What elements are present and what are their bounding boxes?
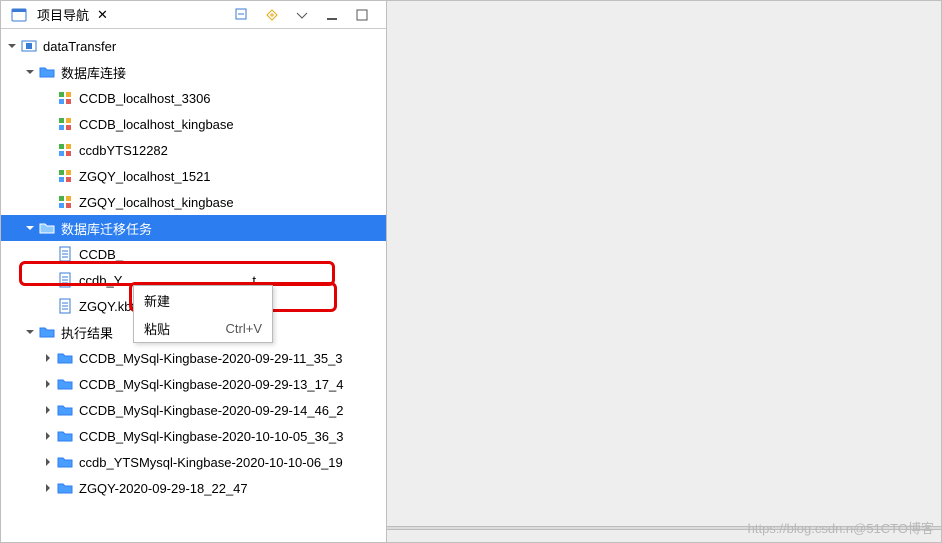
menu-shortcut: Ctrl+V <box>226 321 262 336</box>
folder-icon <box>57 402 73 418</box>
node-label: dataTransfer <box>43 39 116 54</box>
node-label: CCDB_MySql-Kingbase-2020-09-29-13_17_4 <box>79 377 344 392</box>
folder-icon <box>57 350 73 366</box>
context-menu: 新建 粘贴 Ctrl+V <box>133 285 273 343</box>
file-icon <box>57 246 73 262</box>
project-tree[interactable]: dataTransfer 数据库连接 CCDB_localhost_3306 C… <box>1 29 386 542</box>
menu-item-new[interactable]: 新建 <box>134 286 272 314</box>
node-label: ZGQY_localhost_kingbase <box>79 195 234 210</box>
file-icon <box>57 272 73 288</box>
folder-icon <box>57 376 73 392</box>
maximize-icon[interactable] <box>354 7 370 23</box>
menu-label: 新建 <box>144 291 170 310</box>
tree-node-result[interactable]: ccdb_YTSMysql-Kingbase-2020-10-10-06_19 <box>1 449 386 475</box>
chevron-right-icon[interactable] <box>41 455 55 469</box>
tree-node-connection[interactable]: ZGQY_localhost_kingbase <box>1 189 386 215</box>
chevron-down-icon[interactable] <box>23 221 37 235</box>
node-label: CCDB_ <box>79 247 123 262</box>
node-label: ccdb_Y <box>79 273 122 288</box>
node-label: ZGQY.kbt <box>79 299 135 314</box>
tab-title: 项目导航 <box>37 5 89 24</box>
db-conn-icon <box>57 90 73 106</box>
panel-toolbar <box>234 7 382 23</box>
tree-node-result[interactable]: ZGQY-2020-09-29-18_22_47 <box>1 475 386 501</box>
tree-node-root[interactable]: dataTransfer <box>1 33 386 59</box>
file-icon <box>57 298 73 314</box>
folder-icon <box>57 454 73 470</box>
folder-icon <box>39 64 55 80</box>
menu-label: 粘贴 <box>144 319 170 338</box>
node-label: 数据库连接 <box>61 63 126 82</box>
node-label: 执行结果 <box>61 323 113 342</box>
chevron-down-icon[interactable] <box>23 325 37 339</box>
tree-node-result[interactable]: CCDB_MySql-Kingbase-2020-10-10-05_36_3 <box>1 423 386 449</box>
node-label: CCDB_localhost_3306 <box>79 91 211 106</box>
chevron-down-icon[interactable] <box>5 39 19 53</box>
minimize-icon[interactable] <box>324 7 340 23</box>
node-label: ccdb_YTSMysql-Kingbase-2020-10-10-06_19 <box>79 455 343 470</box>
node-label: 数据库迁移任务 <box>61 219 152 238</box>
tree-node-connection[interactable]: CCDB_localhost_kingbase <box>1 111 386 137</box>
tree-node-connection[interactable]: CCDB_localhost_3306 <box>1 85 386 111</box>
editor-area <box>387 0 942 543</box>
menu-item-paste[interactable]: 粘贴 Ctrl+V <box>134 314 272 342</box>
folder-icon <box>57 428 73 444</box>
node-label: ZGQY_localhost_1521 <box>79 169 211 184</box>
close-icon[interactable]: ✕ <box>97 7 108 23</box>
tree-node-connection[interactable]: ccdbYTS12282 <box>1 137 386 163</box>
db-conn-icon <box>57 194 73 210</box>
node-label: CCDB_localhost_kingbase <box>79 117 234 132</box>
chevron-right-icon[interactable] <box>41 377 55 391</box>
tree-node-conn-folder[interactable]: 数据库连接 <box>1 59 386 85</box>
db-conn-icon <box>57 142 73 158</box>
link-editor-icon[interactable] <box>264 7 280 23</box>
node-label: ccdbYTS12282 <box>79 143 168 158</box>
folder-icon <box>57 480 73 496</box>
node-label: ZGQY-2020-09-29-18_22_47 <box>79 481 248 496</box>
chevron-right-icon[interactable] <box>41 481 55 495</box>
tab-header: 项目导航 ✕ <box>1 1 386 29</box>
project-icon <box>21 38 37 54</box>
folder-icon <box>39 324 55 340</box>
node-label: CCDB_MySql-Kingbase-2020-10-10-05_36_3 <box>79 429 344 444</box>
chevron-right-icon[interactable] <box>41 403 55 417</box>
node-label: CCDB_MySql-Kingbase-2020-09-29-11_35_3 <box>79 351 343 366</box>
tree-node-result[interactable]: CCDB_MySql-Kingbase-2020-09-29-14_46_2 <box>1 397 386 423</box>
folder-icon <box>39 220 55 236</box>
tree-node-task-folder[interactable]: 数据库迁移任务 <box>1 215 386 241</box>
db-conn-icon <box>57 116 73 132</box>
chevron-right-icon[interactable] <box>41 429 55 443</box>
tab-project-nav[interactable]: 项目导航 ✕ <box>5 3 114 26</box>
project-navigator-panel: 项目导航 ✕ dataTransfer <box>0 0 387 543</box>
tree-node-task[interactable]: CCDB_ <box>1 241 386 267</box>
db-conn-icon <box>57 168 73 184</box>
tree-node-result[interactable]: CCDB_MySql-Kingbase-2020-09-29-13_17_4 <box>1 371 386 397</box>
tree-node-connection[interactable]: ZGQY_localhost_1521 <box>1 163 386 189</box>
chevron-down-icon[interactable] <box>23 65 37 79</box>
tree-node-result[interactable]: CCDB_MySql-Kingbase-2020-09-29-11_35_3 <box>1 345 386 371</box>
chevron-right-icon[interactable] <box>41 351 55 365</box>
node-label: CCDB_MySql-Kingbase-2020-09-29-14_46_2 <box>79 403 344 418</box>
panel-divider[interactable] <box>387 526 941 530</box>
view-menu-icon[interactable] <box>294 7 310 23</box>
calendar-icon <box>11 7 27 23</box>
collapse-all-icon[interactable] <box>234 7 250 23</box>
